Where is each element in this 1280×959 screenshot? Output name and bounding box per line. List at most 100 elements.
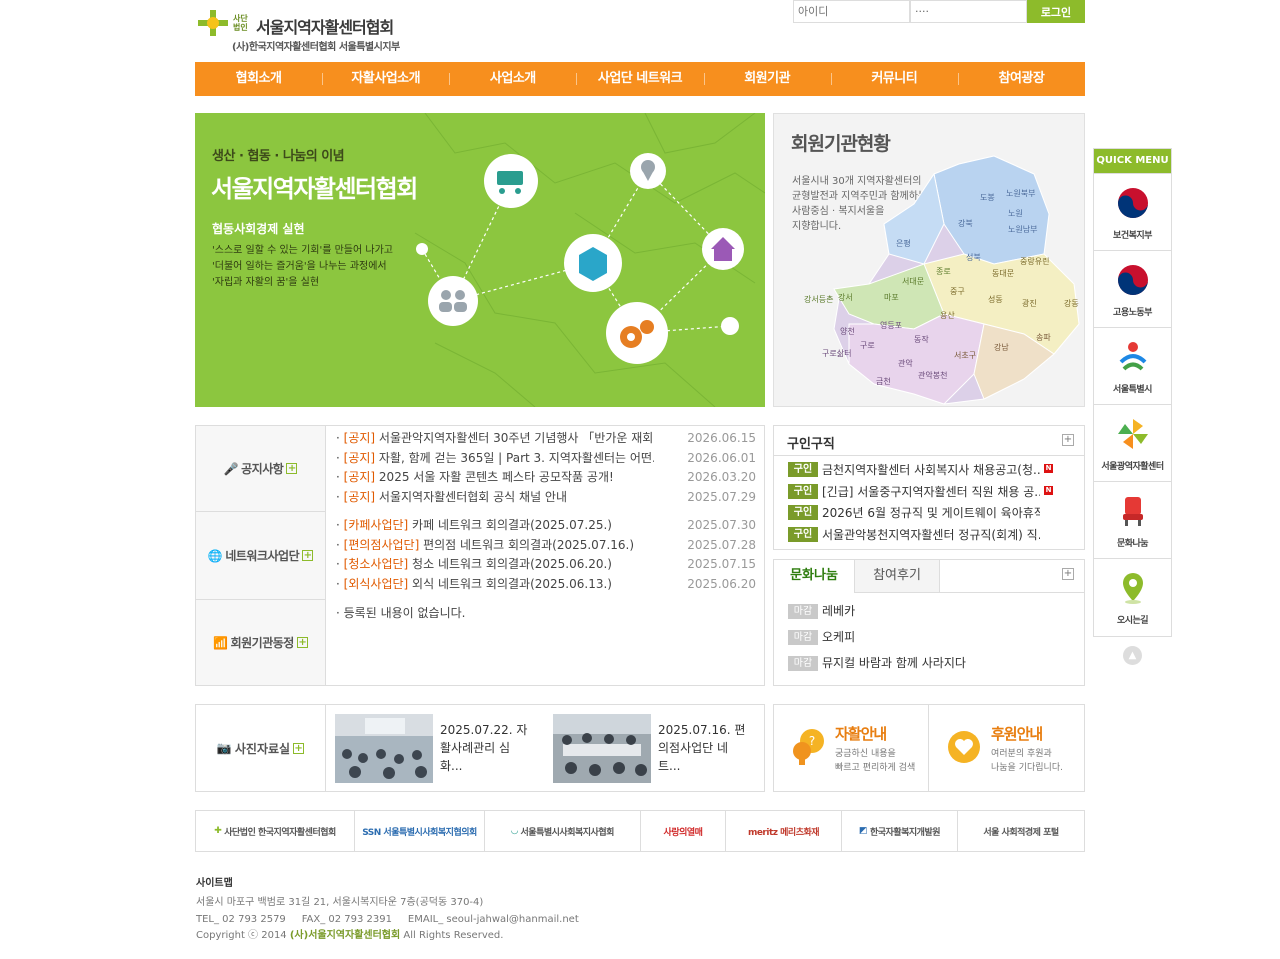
meeting-photo-image xyxy=(335,714,433,783)
nav-item-business[interactable]: 사업소개 xyxy=(449,62,576,96)
password-input[interactable] xyxy=(910,0,1027,23)
plus-icon[interactable]: + xyxy=(293,742,305,754)
nav-item-members[interactable]: 회원기관 xyxy=(703,62,831,96)
empty-message: · 등록된 내용이 없습니다. xyxy=(336,606,466,620)
quick-menu-title: QUICK MENU xyxy=(1094,149,1171,173)
heart-icon xyxy=(948,731,980,763)
category-network[interactable]: 🌐 네트워크사업단 + xyxy=(196,512,326,600)
list-item[interactable]: · [공지] 2025 서울 자활 콘텐츠 페스타 공모작품 공개! 2026.0… xyxy=(336,468,756,487)
member-map-panel[interactable]: 회원기관현황 서울시내 30개 지역자활센터의 균형발전과 지역주민과 함께하는… xyxy=(773,113,1085,407)
footer-contact: TEL_ 02 793 2579 FAX_ 02 793 2391 EMAIL_… xyxy=(196,913,579,925)
logo-name: 서울지역자활센터협회 xyxy=(256,18,394,37)
partner-link[interactable]: ◩ 한국자활복지개발원 xyxy=(842,811,958,851)
banner-tagline: 생산 · 협동 · 나눔의 이념 xyxy=(212,149,345,164)
globe-icon: 🌐 xyxy=(207,548,223,563)
culture-share-panel: 문화나눔 참여후기 + 마감 레베카 마감 오케피 마감 뮤지컬 바람과 함께 사라지… xyxy=(773,559,1085,686)
quick-item-directions[interactable]: 오시는길 xyxy=(1094,558,1171,635)
category-notices[interactable]: 🎤 공지사항 + xyxy=(196,426,326,512)
banner-subtitle: 협동사회경제 실현 xyxy=(212,222,305,236)
recruit-item[interactable]: 구인 서울관악봉천지역자활센터 정규직(회계) 직... xyxy=(788,525,1054,543)
quick-item-seoul[interactable]: 서울특별시 xyxy=(1094,327,1171,404)
photo-thumbnail[interactable] xyxy=(553,714,651,783)
footer-copyright: Copyright ⓒ 2014 (사)서울지역자활센터협회 All Right… xyxy=(196,930,504,941)
plus-icon[interactable]: + xyxy=(286,463,298,474)
plus-icon[interactable]: + xyxy=(1062,568,1074,580)
list-item[interactable]: · [공지] 서울관악지역자활센터 30주년 기념행사 「반가운 재회... 20… xyxy=(336,429,756,448)
mic-icon: 🎤 xyxy=(223,461,239,476)
partner-link[interactable]: ◡ 서울특별시사회복지사협회 xyxy=(485,811,641,851)
partner-link[interactable]: SSN 서울특별시사회복지협의회 xyxy=(355,811,485,851)
chevron-up-icon: ▲ xyxy=(1128,650,1137,661)
nav-item-network[interactable]: 사업단 네트워크 xyxy=(576,62,703,96)
list-item[interactable]: · [공지] 서울지역자활센터협회 공식 채널 안내 2025.07.29 xyxy=(336,488,756,507)
list-item[interactable]: · [카페사업단] 카페 네트워크 회의결과(2025.07.25.) 2025.… xyxy=(336,516,756,535)
login-form: 로그인 xyxy=(793,0,1085,23)
main-banner: 생산 · 협동 · 나눔의 이념 서울지역자활센터협회 협동사회경제 실현 '스… xyxy=(195,113,765,407)
recruit-item[interactable]: 구인 금천지역자활센터 사회복지사 채용공고(청... N xyxy=(788,460,1054,478)
category-member-news[interactable]: 📶 회원기관동정 + xyxy=(196,600,326,685)
nav-item-self-support[interactable]: 자활사업소개 xyxy=(322,62,449,96)
tab-culture-share[interactable]: 문화나눔 xyxy=(774,560,854,593)
site-logo[interactable]: 사단법인 서울지역자활센터협회 (사)한국지역자활센터협회 서울특별시지부 xyxy=(196,8,426,54)
recruit-item[interactable]: 구인 [긴급] 서울중구지역자활센터 직원 채용 공... N xyxy=(788,482,1054,500)
partner-logo-icon: ✚ xyxy=(214,826,222,836)
recruit-panel: 구인구직 + 구인 금천지역자활센터 사회복지사 채용공고(청... N 구인 [긴급… xyxy=(773,425,1085,550)
recruit-title: 구인구직 xyxy=(787,437,835,452)
nav-item-community[interactable]: 커뮤니티 xyxy=(830,62,958,96)
partner-logo-icon: ◡ xyxy=(511,826,518,836)
photo-gallery-panel: 📷 사진자료실 + 2025.07.22. 자활사례관리 심화... 2025.07… xyxy=(195,704,765,792)
login-button[interactable]: 로그인 xyxy=(1027,0,1085,23)
partner-link[interactable]: meritz 메리츠화재 xyxy=(726,811,842,851)
share-item[interactable]: 마감 레베카 xyxy=(788,602,855,620)
taegeuk-icon xyxy=(1118,265,1148,295)
list-item[interactable]: · [청소사업단] 청소 네트워크 회의결과(2025.06.20.) 2025.… xyxy=(336,555,756,574)
self-support-guide-button[interactable]: ? 자활안내 궁금하신 내용을 빠르고 편리하게 검색 xyxy=(774,705,929,791)
donation-guide-button[interactable]: 후원안내 여러분의 후원과 나눔을 기다립니다. xyxy=(930,705,1085,791)
quick-menu: QUICK MENU 보건복지부 고용노동부 서울특별시 서울광역자활센터 문화… xyxy=(1093,148,1172,637)
plus-icon[interactable]: + xyxy=(1062,434,1074,446)
banner-description: '스스로 일할 수 있는 기회'를 만들어 나가고 '더불어 일하는 즐거움'을… xyxy=(212,245,393,288)
list-item[interactable]: · [공지] 자활, 함께 걷는 365일 | Part 3. 지역자활센터는 … xyxy=(336,449,756,468)
plus-icon[interactable]: + xyxy=(296,637,308,648)
nav-item-about[interactable]: 협회소개 xyxy=(195,62,322,96)
news-panel: 🎤 공지사항 + 🌐 네트워크사업단 + 📶 회원기관동정 + · [공지] 서울관악지역자… xyxy=(195,425,765,686)
banner-title: 서울지역자활센터협회 xyxy=(211,175,418,203)
quick-item-moel[interactable]: 고용노동부 xyxy=(1094,250,1171,327)
nav-item-participation[interactable]: 참여광장 xyxy=(957,62,1085,96)
scroll-top-button[interactable]: ▲ xyxy=(1123,646,1142,665)
taegeuk-icon xyxy=(1118,188,1148,218)
logo-small-text: 사단법인 xyxy=(233,14,248,32)
photo-thumbnail[interactable] xyxy=(335,714,433,783)
quick-item-culture[interactable]: 문화나눔 xyxy=(1094,481,1171,558)
seat-icon xyxy=(1123,497,1143,526)
photo-gallery-title[interactable]: 📷 사진자료실 + xyxy=(196,705,326,791)
location-pin-icon xyxy=(1123,573,1143,604)
logo-mark-icon xyxy=(198,10,228,36)
partner-link[interactable]: 서울 사회적경제 포털 xyxy=(958,811,1084,851)
seoul-logo-icon xyxy=(1119,342,1147,371)
meeting-photo-image xyxy=(553,714,651,783)
share-item[interactable]: 마감 오케피 xyxy=(788,628,855,646)
pinwheel-icon xyxy=(1118,419,1148,449)
photo-caption[interactable]: 2025.07.22. 자활사례관리 심화... xyxy=(440,721,532,775)
camera-icon: 📷 xyxy=(216,741,232,755)
sitemap-link[interactable]: 사이트맵 xyxy=(196,874,233,889)
plus-icon[interactable]: + xyxy=(302,550,314,561)
partner-logo-icon: ◩ xyxy=(858,826,868,836)
guide-panel: ? 자활안내 궁금하신 내용을 빠르고 편리하게 검색 후원안내 여러분의 후원과… xyxy=(773,704,1085,792)
partner-link[interactable]: ✚ 사단법인 한국지역자활센터협회 xyxy=(196,811,355,851)
quick-item-mohw[interactable]: 보건복지부 xyxy=(1094,173,1171,250)
share-item[interactable]: 마감 뮤지컬 바람과 함께 사라지다 xyxy=(788,654,966,672)
list-item[interactable]: · [외식사업단] 외식 네트워크 회의결과(2025.06.13.) 2025.… xyxy=(336,575,756,594)
id-input[interactable] xyxy=(793,0,910,23)
list-item[interactable]: · [편의점사업단] 편의점 네트워크 회의결과(2025.07.16.) 202… xyxy=(336,536,756,555)
new-badge: N xyxy=(1044,464,1053,473)
tab-reviews[interactable]: 참여후기 xyxy=(854,560,940,593)
recruit-item[interactable]: 구인 2026년 6월 정규직 및 게이트웨이 육아휴직... xyxy=(788,503,1054,521)
logo-subtitle: (사)한국지역자활센터협회 서울특별시지부 xyxy=(232,42,400,53)
svg-text:?: ? xyxy=(809,734,815,748)
partner-link[interactable]: 사랑의열매 xyxy=(641,811,726,851)
partner-banners: ✚ 사단법인 한국지역자활센터협회 SSN 서울특별시사회복지협의회 ◡ 서울특별시… xyxy=(195,810,1085,852)
photo-caption[interactable]: 2025.07.16. 편의점사업단 네트... xyxy=(658,721,750,775)
quick-item-seoul-center[interactable]: 서울광역자활센터 xyxy=(1094,404,1171,481)
